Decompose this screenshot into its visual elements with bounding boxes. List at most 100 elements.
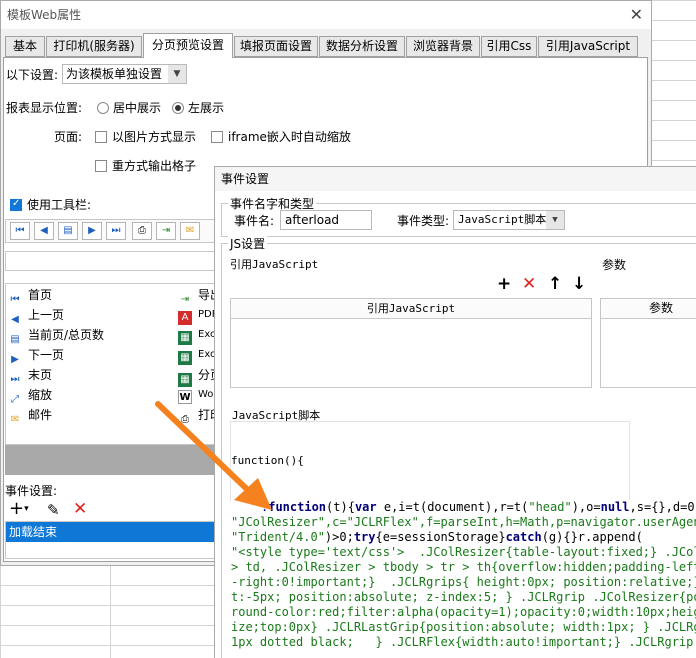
list-item-label: Exc	[198, 349, 216, 360]
radio-center[interactable]: 居中展示	[97, 99, 161, 116]
close-icon[interactable]: ✕	[630, 1, 643, 29]
ref-js-column-header: 引用JavaScript	[231, 299, 591, 319]
radio-left-button[interactable]	[172, 102, 184, 114]
code-line-10: 1px dotted black; } .JCLRFlex{width:auto…	[231, 635, 696, 649]
settings-select[interactable]: 为该模板单独设置 ▼	[62, 64, 187, 84]
list-item-mail[interactable]: ✉ 邮件	[8, 405, 52, 425]
tab-printer[interactable]: 打印机(服务器)	[46, 36, 142, 57]
code-line-6: -right:0!important;} .JCLRgrips{ height:…	[231, 575, 696, 589]
arrow-up-icon[interactable]: ↑	[548, 274, 562, 294]
export-icon[interactable]: ⇥	[156, 222, 176, 240]
check-image-mode[interactable]: 以图片方式显示	[95, 128, 196, 145]
list-item-label: 首页	[28, 288, 53, 302]
first-page-icon[interactable]: ⏮	[10, 222, 30, 240]
list-item-pdf[interactable]: A PDF	[178, 305, 217, 325]
mail-icon[interactable]: ✉	[180, 222, 200, 240]
tab-ref-css[interactable]: 引用Css	[481, 36, 537, 57]
list-item-first-page[interactable]: ⏮ 首页	[8, 285, 53, 305]
params-label: 参数	[602, 258, 627, 272]
event-dialog-title: 事件设置	[215, 167, 696, 191]
use-toolbar[interactable]: 使用工具栏:	[10, 196, 91, 213]
list-item-label: 当前页/总页数	[28, 328, 105, 342]
code-line-1: !function(t){var e,i=t(document),r=t("he…	[261, 500, 696, 514]
tab-browser-bg[interactable]: 浏览器背景	[406, 36, 480, 57]
tab-fill-page[interactable]: 填报页面设置	[234, 36, 318, 57]
settings-select-value: 为该模板单独设置	[66, 67, 163, 81]
check-image-mode-box[interactable]	[95, 131, 107, 143]
excel-icon: ▦	[178, 331, 192, 345]
list-item-label: 上一页	[28, 308, 65, 322]
params-table: 参数	[600, 298, 696, 388]
prev-page-icon[interactable]: ◀	[34, 222, 54, 240]
radio-center-label: 居中展示	[113, 101, 162, 115]
javascript-code-editor[interactable]: !function(t){var e,i=t(document),r=t("he…	[231, 500, 696, 658]
list-item-excel-1[interactable]: ▦ Exc	[178, 325, 216, 345]
list-item-zoom[interactable]: ⤢ 缩放	[8, 385, 52, 405]
code-line-4: "<style type='text/css'> .JColResizer{ta…	[231, 545, 696, 559]
event-settings-label: 事件设置:	[5, 484, 58, 498]
event-type-select[interactable]: JavaScript脚本 ▼	[453, 210, 565, 230]
use-toolbar-label: 使用工具栏:	[27, 198, 92, 212]
excel-icon: ▦	[178, 351, 192, 365]
mail-icon: ✉	[10, 414, 20, 425]
check-iframe-scale-box[interactable]	[211, 131, 223, 143]
check-output-grid-box[interactable]	[95, 160, 107, 172]
code-line-8: round-color:red;filter:alpha(opacity=1);…	[231, 605, 696, 619]
delete-icon[interactable]: ✕	[522, 274, 536, 294]
function-header: function(){	[231, 454, 304, 467]
list-item-excel-2[interactable]: ▦ Exc	[178, 345, 216, 365]
ref-js-table: 引用JavaScript	[230, 298, 592, 388]
tab-ref-javascript[interactable]: 引用JavaScript	[538, 36, 638, 57]
radio-left[interactable]: 左展示	[172, 99, 224, 116]
dialog-titlebar: 模板Web属性 ✕	[1, 1, 651, 29]
tab-page-preview[interactable]: 分页预览设置	[143, 33, 233, 58]
arrow-down-icon[interactable]: ↓	[572, 274, 586, 294]
list-item-next-page[interactable]: ▶ 下一页	[8, 345, 64, 365]
list-item-page-count[interactable]: ▤ 当前页/总页数	[8, 325, 104, 345]
check-iframe-scale-label: iframe嵌入时自动缩放	[228, 130, 351, 144]
add-event-icon[interactable]: +▾	[9, 499, 29, 519]
list-item-prev-page[interactable]: ◀ 上一页	[8, 305, 64, 325]
event-type-label: 事件类型:	[397, 214, 450, 228]
last-page-icon[interactable]: ⏭	[106, 222, 126, 240]
print-icon: ⎙	[181, 414, 189, 425]
page-number-icon[interactable]: ▤	[58, 222, 78, 240]
event-name-input[interactable]: afterload	[280, 210, 372, 230]
edit-icon[interactable]: ✎	[47, 500, 60, 520]
radio-left-label: 左展示	[188, 101, 225, 115]
tab-basic[interactable]: 基本	[5, 36, 45, 57]
event-type-value: JavaScript脚本	[458, 213, 547, 226]
spreadsheet-grid-background-bottom	[0, 565, 220, 658]
check-image-mode-label: 以图片方式显示	[112, 130, 197, 144]
code-line-7: t:-5px; position:absolute; z-index:5; } …	[231, 590, 696, 604]
check-output-grid-label: 重方式输出格子	[112, 159, 197, 173]
list-item-label: 邮件	[28, 408, 53, 422]
list-item-last-page[interactable]: ⏭ 末页	[8, 365, 53, 385]
pdf-icon: A	[178, 311, 192, 325]
delete-event-icon[interactable]: ✕	[73, 499, 87, 519]
code-line-5: > td, .JColResizer > tbody > tr > th{ove…	[231, 560, 696, 574]
check-output-grid[interactable]: 重方式输出格子	[95, 157, 196, 174]
ref-js-label: 引用JavaScript	[230, 258, 319, 271]
script-header-area: function(){	[230, 421, 630, 501]
use-toolbar-checkbox[interactable]	[10, 198, 22, 211]
list-item-label: Exc	[198, 329, 216, 340]
print-icon[interactable]: ⎙	[132, 222, 152, 240]
chevron-down-icon: ▼	[168, 65, 186, 83]
dialog-title: 模板Web属性	[7, 8, 82, 22]
event-settings-dialog: 事件设置 事件名字和类型 事件名: afterload 事件类型: JavaSc…	[214, 166, 696, 658]
page-label: 页面:	[54, 130, 83, 144]
position-label: 报表显示位置:	[6, 101, 83, 115]
name-type-group: 事件名字和类型 事件名: afterload 事件类型: JavaScript脚…	[221, 195, 696, 237]
tab-data-analysis[interactable]: 数据分析设置	[319, 36, 405, 57]
check-iframe-scale[interactable]: iframe嵌入时自动缩放	[211, 128, 351, 145]
word-icon: W	[178, 390, 192, 404]
chevron-down-icon: ▼	[546, 211, 564, 229]
event-name-label: 事件名:	[234, 214, 275, 228]
list-item-word[interactable]: W Wor	[178, 385, 218, 405]
add-icon[interactable]: +	[497, 274, 511, 294]
code-line-3: "Trident/4.0")>0;try{e=sessionStorage}ca…	[231, 530, 643, 544]
radio-center-button[interactable]	[97, 102, 109, 114]
list-item-label: 缩放	[28, 388, 53, 402]
next-page-icon[interactable]: ▶	[82, 222, 102, 240]
